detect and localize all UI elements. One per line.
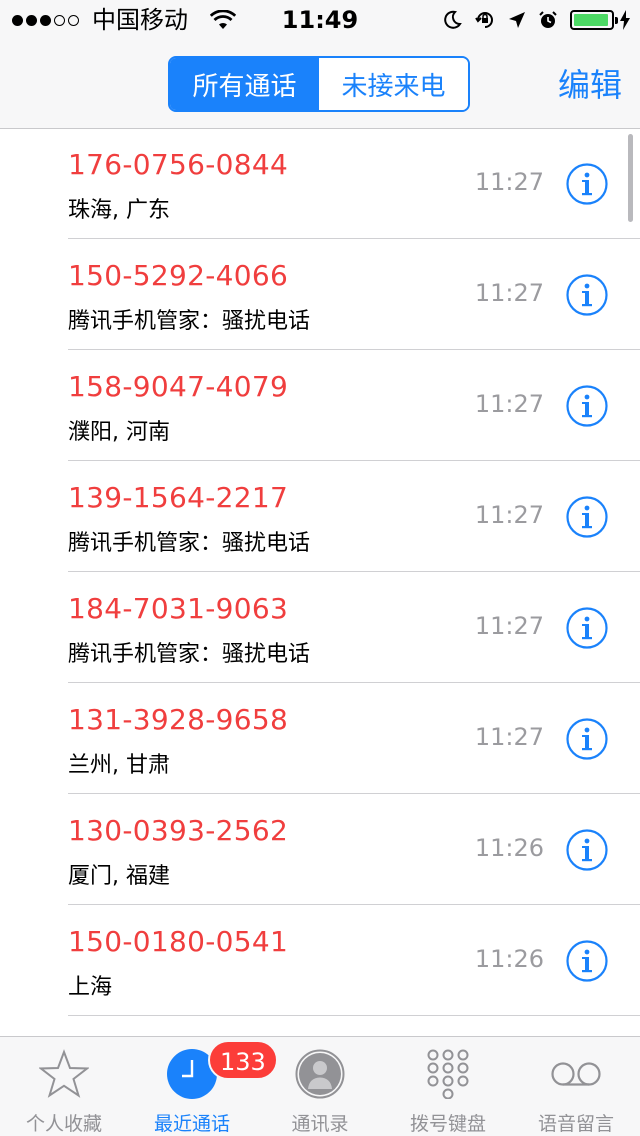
contact-icon [295,1049,345,1099]
call-location: 腾讯手机管家：骚扰电话 [68,531,311,556]
calls-filter-segmented-control: 所有通话 未接来电 [168,56,470,112]
top-bar: 中国移动 11:49 所有通话 未接来电 编辑 [0,0,640,129]
info-icon[interactable] [566,163,608,205]
call-time: 11:26 [474,945,544,973]
info-icon[interactable] [566,274,608,316]
call-time: 11:27 [474,612,544,640]
charging-bolt-icon [620,10,630,30]
call-number: 130-0393-2562 [68,814,289,847]
tab-keypad[interactable]: 拨号键盘 [384,1037,512,1136]
info-icon[interactable] [566,940,608,982]
tab-label: 个人收藏 [25,1113,102,1135]
call-number: 176-0756-0844 [68,148,289,181]
call-row[interactable]: 176-0756-0844 珠海, 广东 11:27 [0,128,640,239]
info-icon[interactable] [566,829,608,871]
tab-label: 拨号键盘 [409,1113,486,1135]
segment-missed-calls[interactable]: 未接来电 [319,58,468,110]
tab-favorites[interactable]: 个人收藏 [0,1037,128,1136]
scroll-indicator[interactable] [628,134,633,222]
star-icon [39,1049,89,1098]
info-icon[interactable] [566,385,608,427]
battery-icon [570,10,618,30]
keypad-icon [427,1049,469,1099]
call-row[interactable]: 139-1564-2217 腾讯手机管家：骚扰电话 11:27 [0,461,640,572]
call-location: 珠海, 广东 [68,198,170,223]
call-time: 11:27 [474,501,544,529]
call-location: 上海 [68,975,113,1000]
call-number: 158-9047-4079 [68,370,289,403]
call-location: 厦门, 福建 [68,864,170,889]
call-time: 11:27 [474,168,544,196]
tab-voicemail[interactable]: 语音留言 [512,1037,640,1136]
info-icon[interactable] [566,496,608,538]
status-bar: 中国移动 11:49 [0,0,640,40]
tab-label: 最近通话 [153,1113,230,1135]
missed-calls-badge: 133 [208,1040,278,1080]
moon-icon [442,10,462,30]
recent-calls-list: 176-0756-0844 珠海, 广东 11:27 150-5292-4066… [0,128,640,1036]
call-number: 150-5292-4066 [68,259,289,292]
call-row[interactable]: 184-7031-9063 腾讯手机管家：骚扰电话 11:27 [0,572,640,683]
call-time: 11:27 [474,279,544,307]
call-time: 11:27 [474,723,544,751]
location-arrow-icon [508,11,526,29]
edit-button[interactable]: 编辑 [558,60,622,110]
call-row[interactable]: 150-5292-4066 腾讯手机管家：骚扰电话 11:27 [0,239,640,350]
call-location: 兰州, 甘肃 [68,753,170,778]
call-time: 11:26 [474,834,544,862]
segment-all-calls[interactable]: 所有通话 [170,58,319,110]
tab-label: 通讯录 [291,1113,349,1135]
info-icon[interactable] [566,607,608,649]
rotation-lock-icon [474,9,496,31]
call-number: 139-1564-2217 [68,481,289,514]
call-row[interactable]: 130-0393-2562 厦门, 福建 11:26 [0,794,640,905]
call-location: 濮阳, 河南 [68,420,170,445]
call-row[interactable]: 150-0180-0541 上海 11:26 [0,905,640,1016]
call-number: 184-7031-9063 [68,592,289,625]
voicemail-icon [551,1062,601,1086]
recents-screen: 中国移动 11:49 所有通话 未接来电 编辑 176-0756-0844 珠海… [0,0,640,1136]
tab-label: 语音留言 [537,1113,614,1135]
call-number: 150-0180-0541 [68,925,289,958]
call-location: 腾讯手机管家：骚扰电话 [68,309,311,334]
call-number: 131-3928-9658 [68,703,289,736]
tab-bar: 个人收藏 最近通话 通讯录 拨号键盘 语音留言 [0,1036,640,1136]
call-location: 腾讯手机管家：骚扰电话 [68,642,311,667]
call-time: 11:27 [474,390,544,418]
alarm-icon [538,10,558,30]
call-row[interactable]: 131-3928-9658 兰州, 甘肃 11:27 [0,683,640,794]
row-separator [68,1015,640,1016]
call-row[interactable]: 158-9047-4079 濮阳, 河南 11:27 [0,350,640,461]
info-icon[interactable] [566,718,608,760]
